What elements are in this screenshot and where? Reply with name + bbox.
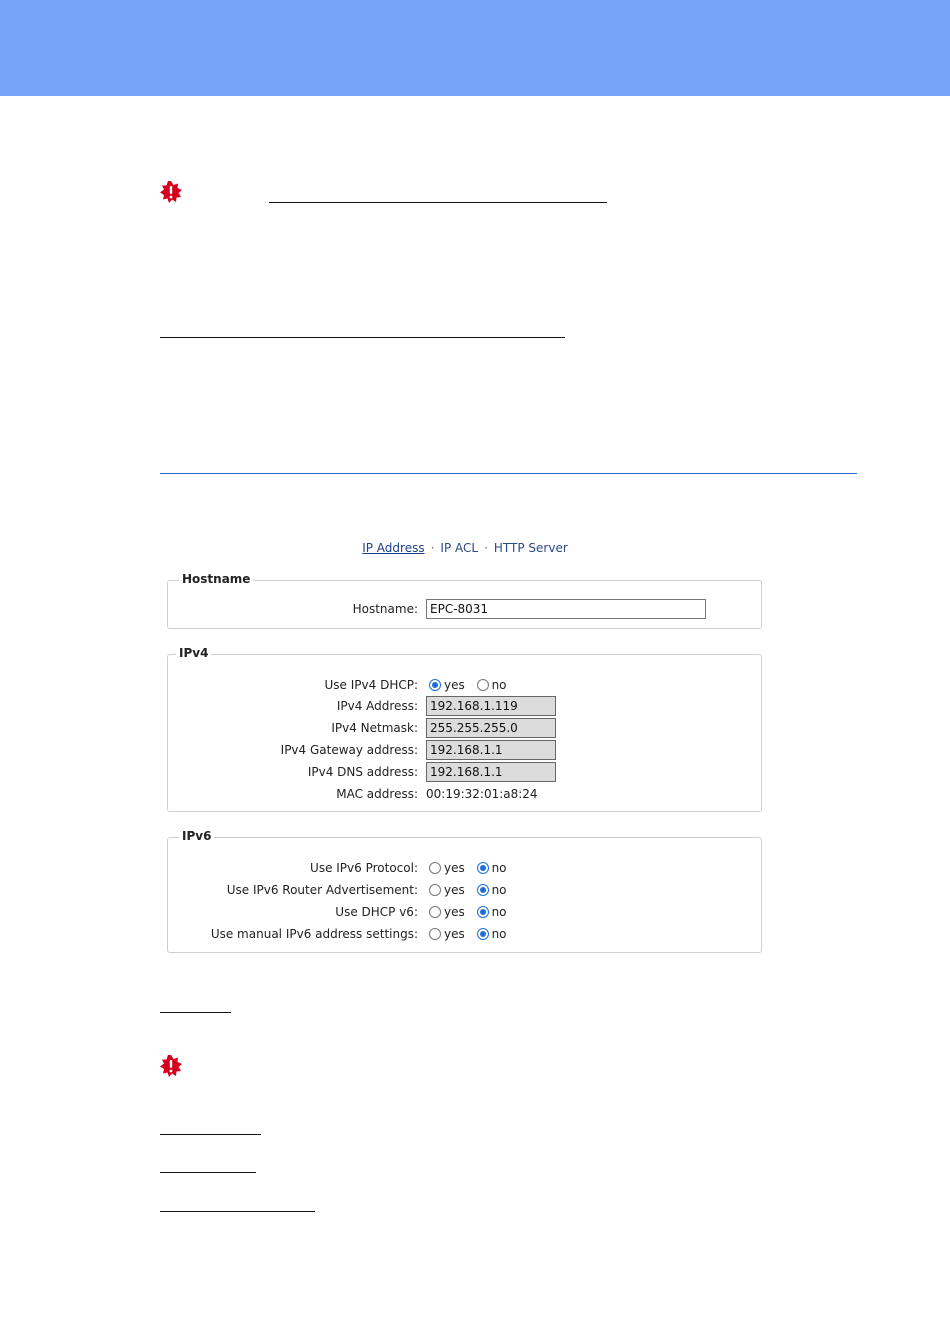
warning-icon <box>160 181 182 203</box>
ipv4-dhcp-row: Use IPv4 DHCP: yes no <box>168 675 763 697</box>
ipv6-dhcp-row: Use DHCP v6: yes no <box>168 902 763 924</box>
ipv4-netmask-input <box>426 718 556 738</box>
radio-selected-icon[interactable] <box>429 679 441 691</box>
radio-label: yes <box>444 678 465 692</box>
ipv6-dhcp-label: Use DHCP v6: <box>335 905 418 919</box>
ipv6-router-adv-label: Use IPv6 Router Advertisement: <box>226 883 418 897</box>
ipv6-manual-label: Use manual IPv6 address settings: <box>210 927 418 941</box>
underline-rule <box>160 1012 231 1013</box>
ipv6-manual-no-option[interactable]: no <box>476 927 507 941</box>
ipv6-protocol-no-option[interactable]: no <box>476 861 507 875</box>
hostname-input[interactable] <box>426 599 706 619</box>
ipv4-address-input <box>426 696 556 716</box>
radio-selected-icon[interactable] <box>476 906 489 918</box>
ipv4-netmask-label: IPv4 Netmask: <box>331 721 418 735</box>
underline-rule <box>160 1172 256 1173</box>
ipv4-address-label: IPv4 Address: <box>336 699 418 713</box>
hostname-label: Hostname: <box>352 602 418 616</box>
ipv6-protocol-label: Use IPv6 Protocol: <box>310 861 418 875</box>
ipv4-gateway-input <box>426 740 556 760</box>
radio-unselected-icon[interactable] <box>429 906 441 918</box>
ipv4-fieldset: IPv4 Use IPv4 DHCP: yes no IPv4 Address:… <box>167 646 763 812</box>
ipv6-manual-yes-option[interactable]: yes <box>429 927 465 941</box>
radio-selected-icon[interactable] <box>476 862 489 874</box>
ipv4-dhcp-label: Use IPv4 DHCP: <box>324 678 418 692</box>
radio-label: yes <box>444 905 465 919</box>
ipv6-fieldset: IPv6 Use IPv6 Protocol: yes no Use IPv6 … <box>167 829 763 953</box>
hostname-row: Hostname: <box>168 599 763 621</box>
radio-label: no <box>491 678 507 692</box>
mac-address-value: 00:19:32:01:a8:24 <box>426 787 538 801</box>
underline-rule <box>160 337 565 338</box>
radio-label: no <box>491 927 507 941</box>
radio-label: yes <box>444 861 465 875</box>
ipv6-protocol-yes-option[interactable]: yes <box>429 861 465 875</box>
underline-rule <box>160 1134 261 1135</box>
hostname-fieldset: Hostname Hostname: <box>167 572 763 629</box>
radio-selected-icon[interactable] <box>476 884 489 896</box>
ipv4-dns-row: IPv4 DNS address: <box>168 762 763 784</box>
ipv4-dhcp-yes-option[interactable]: yes <box>429 678 465 692</box>
nav-ip-address[interactable]: IP Address <box>362 541 424 555</box>
ipv6-dhcp-no-option[interactable]: no <box>476 905 507 919</box>
radio-label: no <box>491 883 507 897</box>
ipv4-gateway-row: IPv4 Gateway address: <box>168 740 763 762</box>
radio-label: no <box>491 861 507 875</box>
radio-unselected-icon[interactable] <box>429 884 441 896</box>
radio-unselected-icon[interactable] <box>429 862 441 874</box>
radio-selected-icon[interactable] <box>476 928 489 940</box>
ipv4-netmask-row: IPv4 Netmask: <box>168 718 763 740</box>
hostname-legend: Hostname <box>179 572 254 586</box>
underline-rule <box>269 202 607 203</box>
page-header-band <box>0 0 950 96</box>
ipv6-manual-row: Use manual IPv6 address settings: yes no <box>168 924 763 946</box>
section-divider <box>160 473 857 474</box>
ipv4-gateway-label: IPv4 Gateway address: <box>280 743 418 757</box>
ipv4-dhcp-no-option[interactable]: no <box>476 678 507 692</box>
ipv4-address-row: IPv4 Address: <box>168 696 763 718</box>
nav-separator: · <box>430 541 435 555</box>
ipv4-dns-label: IPv4 DNS address: <box>307 765 418 779</box>
mac-address-row: MAC address: 00:19:32:01:a8:24 <box>168 784 763 806</box>
radio-unselected-icon[interactable] <box>429 928 441 940</box>
ipv6-protocol-row: Use IPv6 Protocol: yes no <box>168 858 763 880</box>
ipv4-legend: IPv4 <box>176 646 212 660</box>
ipv4-dns-input <box>426 762 556 782</box>
nav-http-server[interactable]: HTTP Server <box>494 541 568 555</box>
warning-icon <box>160 1055 182 1077</box>
ipv6-dhcp-yes-option[interactable]: yes <box>429 905 465 919</box>
ipv6-router-adv-row: Use IPv6 Router Advertisement: yes no <box>168 880 763 902</box>
mac-address-label: MAC address: <box>336 787 418 801</box>
underline-rule <box>160 1211 315 1212</box>
radio-label: yes <box>444 927 465 941</box>
ipv6-legend: IPv6 <box>179 829 215 843</box>
nav-ip-acl[interactable]: IP ACL <box>440 541 478 555</box>
radio-label: yes <box>444 883 465 897</box>
radio-label: no <box>491 905 507 919</box>
ipv6-router-adv-no-option[interactable]: no <box>476 883 507 897</box>
radio-unselected-icon[interactable] <box>476 679 489 691</box>
nav-separator: · <box>484 541 488 555</box>
settings-nav: IP Address · IP ACL · HTTP Server <box>0 541 930 555</box>
ipv6-router-adv-yes-option[interactable]: yes <box>429 883 465 897</box>
